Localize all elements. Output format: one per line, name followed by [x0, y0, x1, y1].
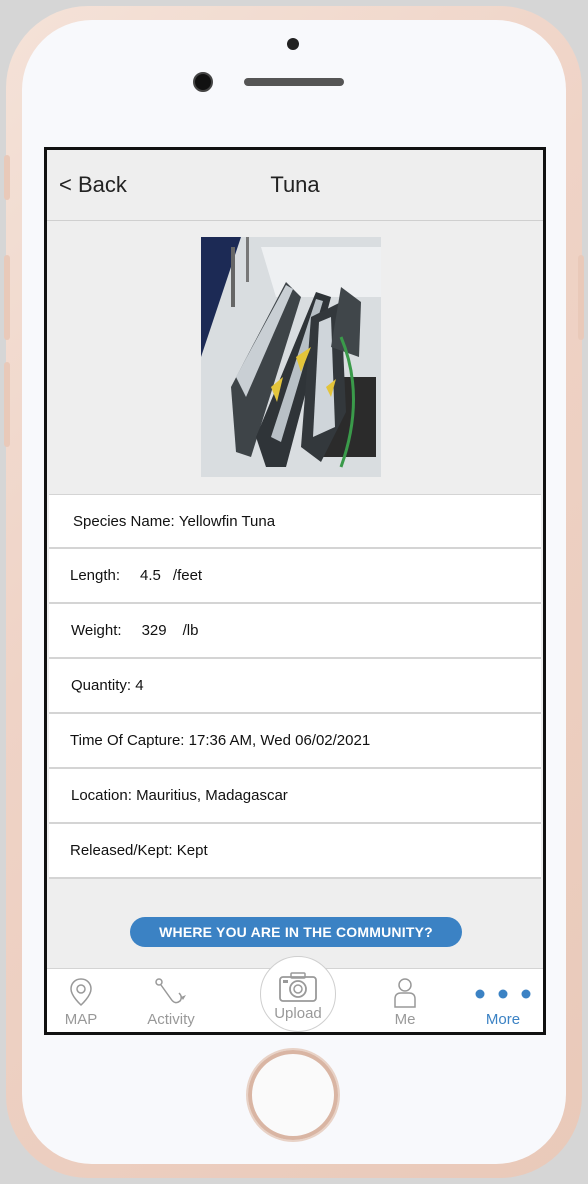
- length-row: Length: 4.5/feet: [49, 549, 541, 604]
- released-label: Released/Kept:: [70, 842, 173, 859]
- species-value: Yellowfin Tuna: [178, 512, 276, 530]
- volume-down-button: [4, 362, 10, 447]
- tab-more-label: More: [485, 1011, 521, 1028]
- length-unit: /feet: [172, 567, 203, 584]
- earpiece-speaker: [244, 78, 344, 86]
- camera-icon: [279, 972, 317, 1002]
- length-value: 4.5: [140, 567, 161, 584]
- time-value: 17:36 AM, Wed 06/02/2021: [188, 732, 371, 749]
- tab-activity-label: Activity: [147, 1011, 195, 1028]
- released-value: Kept: [176, 842, 208, 859]
- power-button: [578, 255, 584, 340]
- species-row: Species Name: Yellowfin Tuna: [49, 494, 541, 549]
- catch-details-list: Species Name: Yellowfin Tuna Length: 4.5 /…: [49, 494, 541, 879]
- proximity-sensor: [287, 38, 299, 50]
- tab-more[interactable]: More: [473, 969, 533, 1032]
- page-title: Tuna: [270, 172, 320, 197]
- quantity-value: 4: [135, 677, 144, 694]
- tab-upload-label: Upload: [274, 1005, 322, 1022]
- community-button[interactable]: WHERE YOU ARE IN THE COMMUNITY?: [130, 917, 462, 947]
- time-of-capture-row: Time Of Capture: 17:36 AM, Wed 06/02/202…: [49, 714, 541, 769]
- silent-switch: [4, 155, 10, 200]
- nav-header: < Back Tuna: [47, 150, 543, 221]
- weight-value: 329: [141, 622, 167, 639]
- tab-activity[interactable]: Activity: [139, 969, 203, 1032]
- quantity-row: Quantity: 4: [49, 659, 541, 714]
- app-screen: < Back Tuna Species Name: Yellowfin Tuna: [44, 147, 546, 1035]
- fishing-hook-icon: [155, 978, 186, 1004]
- released-kept-row: Released/Kept: Kept: [49, 824, 541, 879]
- location-value: Mauritius, Madagascar: [136, 787, 288, 804]
- tab-me-label: Me: [394, 1011, 416, 1028]
- weight-row: Weight: 329/lb: [49, 604, 541, 659]
- bottom-tab-bar: MAP Activity Upload Me More: [47, 956, 543, 1032]
- volume-up-button: [4, 255, 10, 340]
- home-button[interactable]: [248, 1050, 338, 1140]
- tab-me[interactable]: Me: [383, 969, 427, 1032]
- weight-label: Weight:: [71, 622, 122, 639]
- more-dots-icon: [475, 989, 531, 999]
- quantity-label: Quantity:: [71, 677, 132, 694]
- catch-photo: [201, 237, 381, 477]
- species-label: Species Name:: [73, 512, 175, 530]
- tab-map-label: MAP: [64, 1011, 98, 1028]
- user-icon: [394, 978, 416, 1008]
- time-label: Time Of Capture:: [70, 732, 185, 749]
- photo-section: [47, 221, 543, 494]
- location-row: Location: Mauritius, Madagascar: [49, 769, 541, 824]
- weight-unit: /lb: [182, 622, 199, 639]
- map-pin-icon: [70, 978, 92, 1007]
- tab-map[interactable]: MAP: [55, 969, 107, 1032]
- length-label: Length:: [70, 567, 121, 584]
- tab-upload[interactable]: Upload: [260, 956, 336, 1032]
- location-label: Location:: [71, 787, 132, 804]
- front-camera: [193, 72, 213, 92]
